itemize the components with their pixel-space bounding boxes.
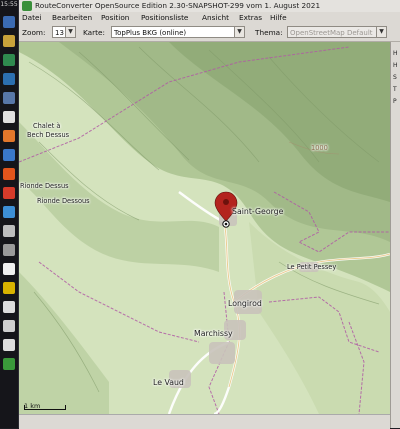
theme-value: OpenStreetMap Default bbox=[290, 29, 373, 37]
right-panel-letter: H bbox=[393, 62, 398, 69]
app-icon-11[interactable] bbox=[3, 206, 15, 218]
place-le-petit-pessey: Le Petit Pessey bbox=[287, 263, 337, 271]
clipboard-icon[interactable] bbox=[3, 320, 15, 332]
scale-bar bbox=[24, 405, 66, 410]
app-icon-8[interactable] bbox=[3, 149, 15, 161]
app-icon bbox=[22, 1, 32, 11]
tray-icon[interactable] bbox=[3, 358, 15, 370]
app-icon-4[interactable] bbox=[3, 73, 15, 85]
taskbar: 15:55 bbox=[0, 0, 19, 428]
place-marchissy: Marchissy bbox=[194, 329, 233, 338]
contour-label: 1000 bbox=[311, 144, 328, 152]
menu-hilfe[interactable]: Hilfe bbox=[270, 12, 287, 24]
window-title: RouteConverter OpenSource Edition 2.30-S… bbox=[35, 1, 321, 10]
zoom-label: Zoom: bbox=[22, 28, 46, 37]
theme-label: Thema: bbox=[255, 28, 283, 37]
app-icon-10[interactable] bbox=[3, 187, 15, 199]
map-view[interactable]: Chalet à Bech Dessus Rionde Dessus Riond… bbox=[19, 42, 390, 414]
menu-ansicht[interactable]: Ansicht bbox=[202, 12, 229, 24]
chevron-down-icon: ▼ bbox=[376, 27, 386, 37]
map-label: Karte: bbox=[83, 28, 105, 37]
eject-icon[interactable] bbox=[3, 301, 15, 313]
place-chalet-dessus: Bech Dessus bbox=[27, 131, 70, 139]
right-panel[interactable]: H H S T P bbox=[390, 42, 400, 428]
menu-bearbeiten[interactable]: Bearbeiten bbox=[52, 12, 92, 24]
menu-extras[interactable]: Extras bbox=[239, 12, 262, 24]
chevron-down-icon: ▼ bbox=[234, 27, 244, 37]
place-longirod: Longirod bbox=[228, 299, 262, 308]
place-rionde-dessous: Rionde Dessous bbox=[37, 197, 90, 205]
menu-datei[interactable]: Datei bbox=[22, 12, 41, 24]
map-value: TopPlus BKG (online) bbox=[114, 29, 187, 37]
menu-position[interactable]: Position bbox=[101, 12, 129, 24]
zoom-value: 13 bbox=[55, 29, 64, 37]
map-terrain bbox=[19, 42, 390, 414]
place-rionde-dessus: Rionde Dessus bbox=[20, 182, 69, 190]
toolbar: Zoom: 13 ▼ Karte: TopPlus BKG (online) ▼… bbox=[19, 24, 400, 42]
clock: 15:55 bbox=[0, 1, 18, 8]
app-icon-7[interactable] bbox=[3, 130, 15, 142]
menu-bar: Datei Bearbeiten Position Positionsliste… bbox=[19, 12, 400, 24]
right-panel-letter: T bbox=[393, 86, 397, 93]
right-panel-letter: H bbox=[393, 50, 398, 57]
theme-select[interactable]: OpenStreetMap Default ▼ bbox=[287, 26, 387, 38]
app-icon-1[interactable] bbox=[3, 16, 15, 28]
app-icon-6[interactable] bbox=[3, 111, 15, 123]
chevron-down-icon: ▼ bbox=[65, 27, 75, 37]
app-icon-9[interactable] bbox=[3, 168, 15, 180]
app-icon-5[interactable] bbox=[3, 92, 15, 104]
right-panel-letter: S bbox=[393, 74, 397, 81]
battery-icon[interactable] bbox=[3, 339, 15, 351]
place-le-vaud: Le Vaud bbox=[153, 378, 184, 387]
map-scale: 1 km bbox=[24, 402, 66, 410]
menu-positionsliste[interactable]: Positionsliste bbox=[141, 12, 188, 24]
flag-icon[interactable] bbox=[3, 282, 15, 294]
app-icon-3[interactable] bbox=[3, 54, 15, 66]
app-icon-14[interactable] bbox=[3, 263, 15, 275]
map-select[interactable]: TopPlus BKG (online) ▼ bbox=[111, 26, 245, 38]
zoom-select[interactable]: 13 ▼ bbox=[52, 26, 76, 38]
app-icon-2[interactable] bbox=[3, 35, 15, 47]
place-saint-george: Saint-George bbox=[232, 207, 284, 216]
app-icon-13[interactable] bbox=[3, 244, 15, 256]
status-bar bbox=[19, 414, 390, 429]
place-chalet: Chalet à bbox=[33, 122, 61, 130]
app-icon-12[interactable] bbox=[3, 225, 15, 237]
app-window: RouteConverter OpenSource Edition 2.30-S… bbox=[19, 0, 400, 429]
right-panel-letter: P bbox=[393, 98, 397, 105]
